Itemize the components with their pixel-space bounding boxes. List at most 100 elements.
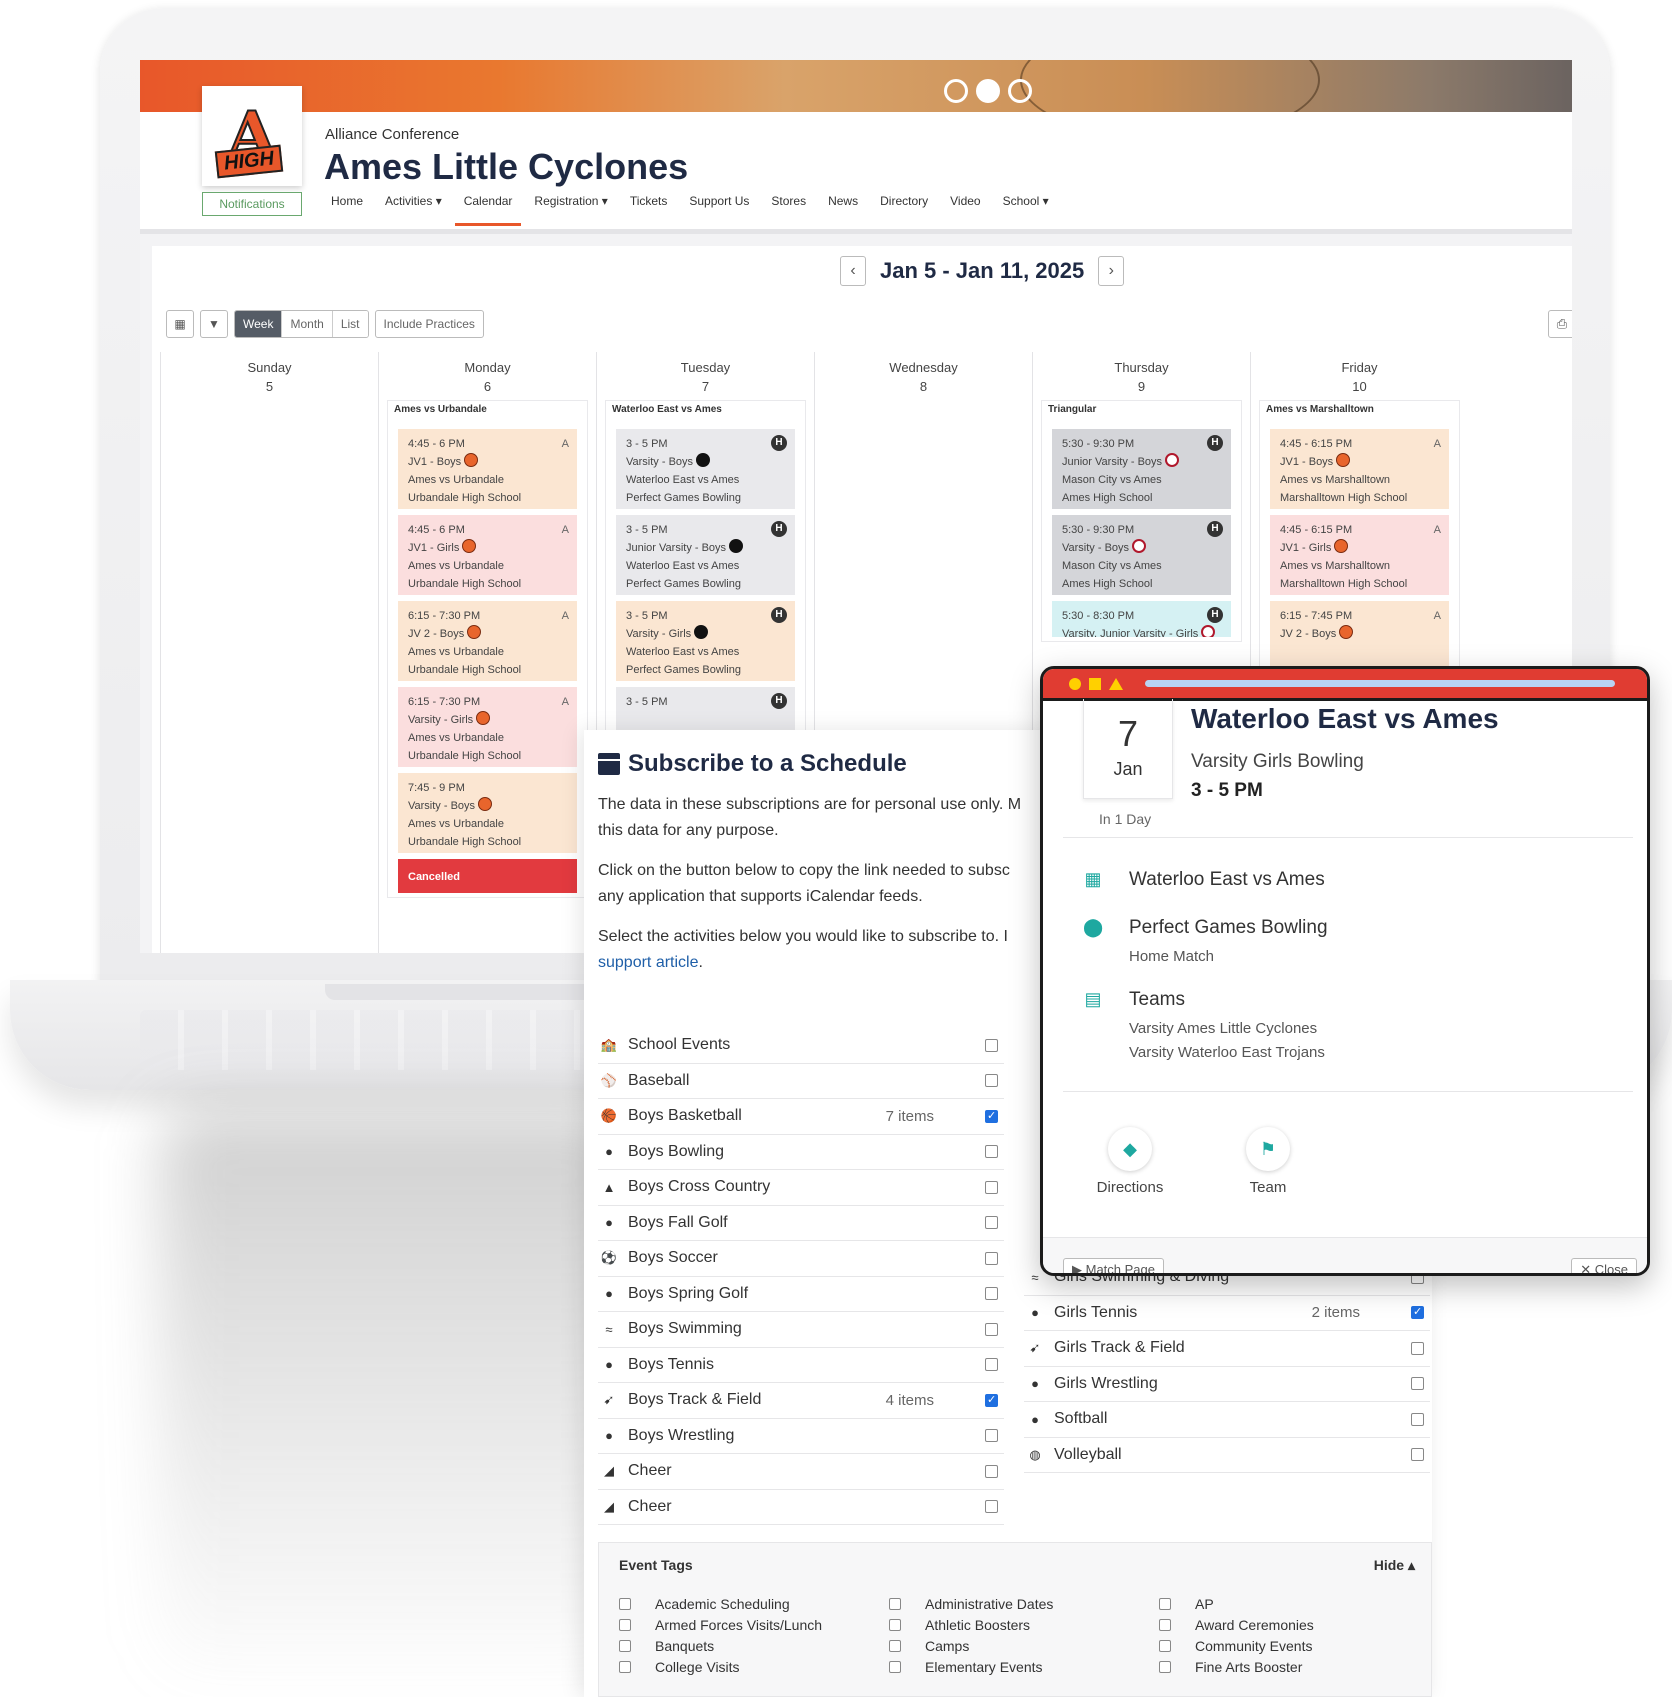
sport-row[interactable]: ▲ Boys Cross Country: [598, 1170, 1004, 1206]
view-list[interactable]: List: [332, 311, 368, 337]
event-tag[interactable]: Community Events: [1159, 1638, 1429, 1654]
event-card[interactable]: A 4:45 - 6:15 PM JV1 - Girls Ames vs Marsha…: [1270, 515, 1449, 595]
team-2[interactable]: Varsity Waterloo East Trojans: [1129, 1041, 1325, 1065]
event-card[interactable]: A 4:45 - 6 PM JV1 - Boys Ames vs Urbandale U…: [398, 429, 577, 509]
subscribe-checkbox[interactable]: [985, 1180, 998, 1194]
event-card[interactable]: A 6:15 - 7:30 PM JV 2 - Boys Ames vs Urband…: [398, 601, 577, 681]
directions-button[interactable]: ◆ Directions: [1085, 1127, 1175, 1196]
event-tag[interactable]: Camps: [889, 1638, 1159, 1654]
event-card[interactable]: H 5:30 - 8:30 PM Varsity, Junior Varsity -…: [1052, 601, 1231, 637]
nav-registration[interactable]: Registration ▾: [523, 188, 618, 214]
tag-checkbox[interactable]: [1159, 1661, 1171, 1673]
tag-checkbox[interactable]: [619, 1598, 631, 1610]
subscribe-checkbox[interactable]: [985, 1109, 998, 1123]
subscribe-checkbox[interactable]: [985, 1393, 998, 1407]
tag-checkbox[interactable]: [889, 1598, 901, 1610]
subscribe-checkbox[interactable]: [1411, 1412, 1424, 1426]
subscribe-checkbox[interactable]: [985, 1038, 998, 1052]
event-card[interactable]: A 4:45 - 6:15 PM JV1 - Boys Ames vs Marshal…: [1270, 429, 1449, 509]
nav-calendar[interactable]: Calendar: [453, 188, 524, 226]
tag-checkbox[interactable]: [1159, 1640, 1171, 1652]
sport-row[interactable]: ≈ Boys Swimming: [598, 1312, 1004, 1348]
filter-icon[interactable]: ▼: [200, 310, 228, 338]
event-tag[interactable]: Award Ceremonies: [1159, 1617, 1429, 1633]
sport-row[interactable]: ⚽ Boys Soccer: [598, 1241, 1004, 1277]
team-1[interactable]: Varsity Ames Little Cyclones: [1129, 1017, 1325, 1041]
tag-checkbox[interactable]: [889, 1640, 901, 1652]
event-card[interactable]: 7:45 - 9 PM Varsity - Boys Ames vs Urbanda…: [398, 773, 577, 853]
event-tag[interactable]: Banquets: [619, 1638, 889, 1654]
subscribe-checkbox[interactable]: [985, 1500, 998, 1514]
sport-row[interactable]: ● Boys Wrestling: [598, 1419, 1004, 1454]
event-tag[interactable]: College Visits: [619, 1659, 889, 1675]
match-page-button[interactable]: ▶ Match Page: [1063, 1258, 1164, 1273]
tag-checkbox[interactable]: [619, 1619, 631, 1631]
notifications-button[interactable]: Notifications: [202, 192, 302, 216]
event-card[interactable]: H 3 - 5 PM Junior Varsity - Boys Waterloo E…: [616, 515, 795, 595]
event-tag[interactable]: Athletic Boosters: [889, 1617, 1159, 1633]
support-article-link[interactable]: support article: [598, 954, 699, 971]
tag-checkbox[interactable]: [619, 1640, 631, 1652]
sport-row[interactable]: 🏀 Boys Basketball 7 items: [598, 1099, 1004, 1135]
event-tag[interactable]: Armed Forces Visits/Lunch: [619, 1617, 889, 1633]
nav-school[interactable]: School ▾: [992, 188, 1060, 214]
calendar-icon[interactable]: ▦: [166, 310, 194, 338]
nav-stores[interactable]: Stores: [760, 188, 817, 214]
subscribe-checkbox[interactable]: [1411, 1341, 1424, 1355]
sport-row[interactable]: ● Boys Spring Golf: [598, 1277, 1004, 1312]
event-tags-toggle[interactable]: Hide ▴: [1374, 1557, 1415, 1574]
event-tag[interactable]: AP: [1159, 1596, 1429, 1612]
event-tag[interactable]: Administrative Dates: [889, 1596, 1159, 1612]
subscribe-checkbox[interactable]: [985, 1464, 998, 1478]
event-location[interactable]: Perfect Games Bowling: [1129, 917, 1328, 939]
sport-row[interactable]: ● Boys Tennis: [598, 1348, 1004, 1383]
tag-checkbox[interactable]: [1159, 1598, 1171, 1610]
subscribe-checkbox[interactable]: [985, 1429, 998, 1443]
event-tag[interactable]: Elementary Events: [889, 1659, 1159, 1675]
next-week-button[interactable]: ›: [1098, 256, 1125, 286]
nav-tickets[interactable]: Tickets: [619, 188, 679, 214]
subscribe-checkbox[interactable]: [985, 1251, 998, 1265]
sport-row[interactable]: ◍ Volleyball: [1024, 1438, 1430, 1473]
carousel-dot[interactable]: [944, 79, 968, 103]
nav-home[interactable]: Home: [320, 188, 374, 214]
event-card[interactable]: H 5:30 - 9:30 PM Varsity - Boys Mason City …: [1052, 515, 1231, 595]
view-week[interactable]: Week: [235, 311, 283, 337]
nav-activities[interactable]: Activities ▾: [374, 188, 453, 214]
event-card[interactable]: H 3 - 5 PM Varsity - Boys Waterloo East vs …: [616, 429, 795, 509]
nav-support-us[interactable]: Support Us: [678, 188, 760, 214]
subscribe-checkbox[interactable]: [985, 1216, 998, 1230]
nav-directory[interactable]: Directory: [869, 188, 939, 214]
sport-row[interactable]: ● Boys Fall Golf: [598, 1206, 1004, 1241]
tag-checkbox[interactable]: [1159, 1619, 1171, 1631]
subscribe-checkbox[interactable]: [985, 1358, 998, 1372]
carousel-dot[interactable]: [1008, 79, 1032, 103]
event-card[interactable]: H 5:30 - 9:30 PM Junior Varsity - Boys Maso…: [1052, 429, 1231, 509]
subscribe-checkbox[interactable]: [985, 1145, 998, 1159]
sport-row[interactable]: ● Girls Wrestling: [1024, 1367, 1430, 1402]
subscribe-checkbox[interactable]: [985, 1074, 998, 1088]
sport-row[interactable]: ◢ Cheer: [598, 1454, 1004, 1490]
sport-row[interactable]: ● Boys Bowling: [598, 1135, 1004, 1170]
subscribe-checkbox[interactable]: [1411, 1305, 1424, 1320]
subscribe-checkbox[interactable]: [985, 1287, 998, 1301]
subscribe-checkbox[interactable]: [985, 1322, 998, 1336]
sport-row[interactable]: ➹ Girls Track & Field: [1024, 1331, 1430, 1367]
carousel-dot-active[interactable]: [976, 79, 1000, 103]
sport-row[interactable]: ➹ Boys Track & Field 4 items: [598, 1383, 1004, 1419]
subscribe-checkbox[interactable]: [1411, 1377, 1424, 1391]
event-card[interactable]: A 6:15 - 7:30 PM Varsity - Girls Ames vs Ur…: [398, 687, 577, 767]
include-practices-button[interactable]: Include Practices: [374, 310, 484, 338]
event-card[interactable]: A 4:45 - 6 PM JV1 - Girls Ames vs Urbandale…: [398, 515, 577, 595]
subscribe-checkbox[interactable]: [1411, 1448, 1424, 1462]
tag-checkbox[interactable]: [889, 1619, 901, 1631]
sport-row[interactable]: ● Girls Tennis 2 items: [1024, 1296, 1430, 1331]
school-logo[interactable]: A HIGH: [202, 86, 302, 186]
tag-checkbox[interactable]: [889, 1661, 901, 1673]
sport-row[interactable]: 🏫 School Events: [598, 1028, 1004, 1064]
event-tag[interactable]: Fine Arts Booster: [1159, 1659, 1429, 1675]
view-month[interactable]: Month: [282, 311, 333, 337]
nav-news[interactable]: News: [817, 188, 869, 214]
print-icon[interactable]: ⎙: [1548, 310, 1572, 338]
event-card[interactable]: H 3 - 5 PM Varsity - Girls Waterloo East vs…: [616, 601, 795, 681]
